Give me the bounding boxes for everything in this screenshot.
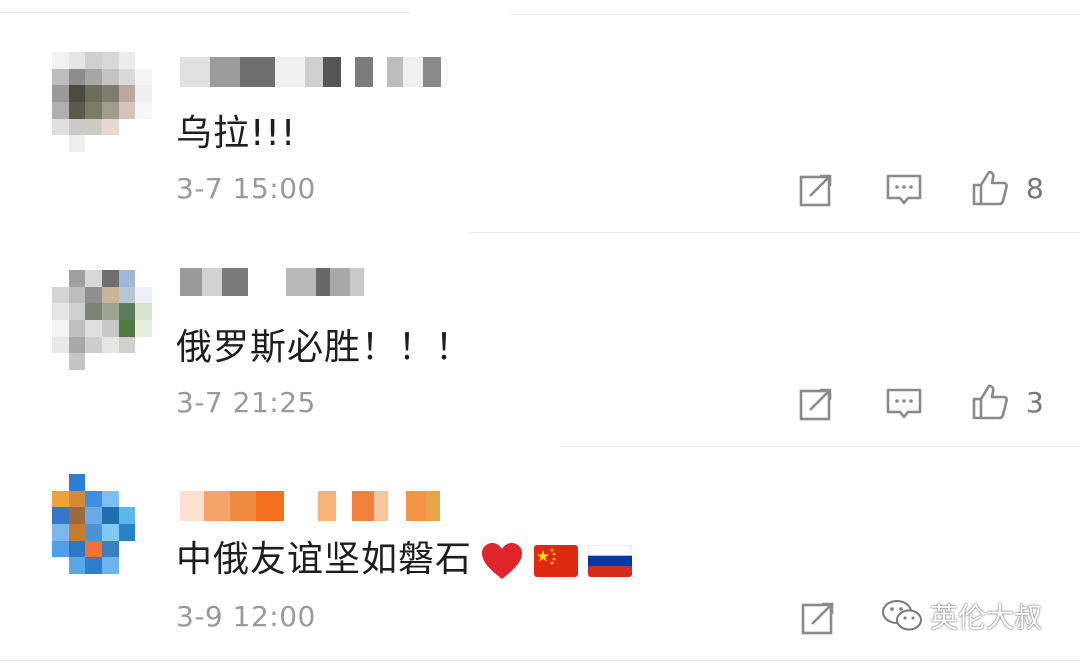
account-watermark: 英伦大叔 <box>880 596 1042 636</box>
comment-text-content: 中俄友谊坚如磐石 <box>176 539 473 580</box>
watermark-text: 英伦大叔 <box>930 601 1043 634</box>
russia-flag-emoji <box>588 545 633 577</box>
forward-button[interactable] <box>798 598 838 638</box>
wechat-logo-icon <box>882 600 922 631</box>
avatar-mosaic <box>52 474 152 574</box>
china-flag-emoji <box>534 545 579 577</box>
comment-text: 中俄友谊坚如磐石 <box>176 530 633 582</box>
bottom-divider <box>0 660 1080 661</box>
comment-timestamp: 3-9 12:00 <box>176 600 316 633</box>
username-blurred[interactable] <box>180 488 440 524</box>
red-heart-emoji <box>482 543 523 579</box>
comment-item-3: 中俄友谊坚如磐石 3-9 12:00 <box>0 0 1080 667</box>
share-square-icon <box>801 602 834 635</box>
avatar[interactable] <box>52 474 152 574</box>
